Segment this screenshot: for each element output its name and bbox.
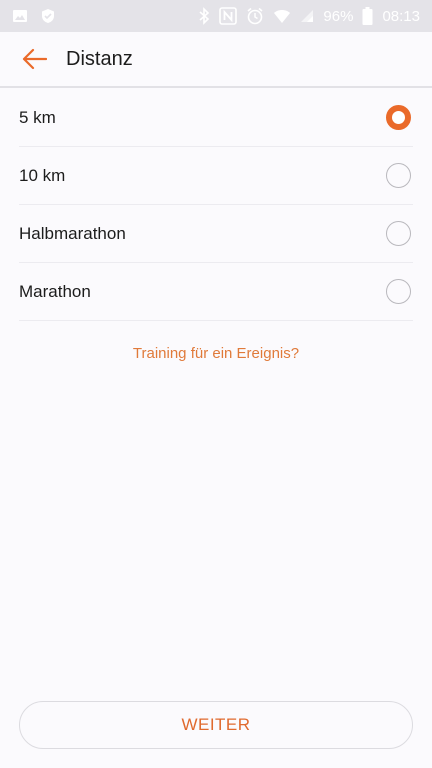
option-label: 5 km <box>19 107 56 127</box>
alarm-icon <box>246 7 264 25</box>
arrow-back-icon <box>21 48 47 70</box>
back-button[interactable] <box>0 31 66 87</box>
distance-options-list: 5 km 10 km Halbmarathon Marathon <box>0 89 432 321</box>
status-bar: 96% 08:13 <box>0 0 432 32</box>
option-10km[interactable]: 10 km <box>19 147 413 205</box>
option-marathon[interactable]: Marathon <box>19 263 413 321</box>
option-5km[interactable]: 5 km <box>19 89 413 147</box>
status-right: 96% 08:13 <box>198 7 420 25</box>
training-event-link[interactable]: Training für ein Ereignis? <box>0 345 432 362</box>
signal-icon <box>300 9 314 23</box>
page-title: Distanz <box>66 47 133 70</box>
radio-unselected[interactable] <box>386 163 411 188</box>
option-label: 10 km <box>19 165 66 185</box>
nfc-icon <box>219 7 238 25</box>
next-button[interactable]: WEITER <box>19 701 413 749</box>
option-label: Marathon <box>19 281 91 301</box>
app-bar: Distanz <box>0 32 432 88</box>
wifi-icon <box>273 8 291 24</box>
battery-percent: 96% <box>323 7 354 25</box>
image-notification-icon <box>12 8 28 24</box>
clock: 08:13 <box>382 7 420 25</box>
bluetooth-icon <box>198 7 210 25</box>
radio-unselected[interactable] <box>386 279 411 304</box>
shield-notification-icon <box>40 8 56 24</box>
option-label: Halbmarathon <box>19 223 126 243</box>
radio-unselected[interactable] <box>386 221 411 246</box>
status-left <box>12 8 56 24</box>
option-halbmarathon[interactable]: Halbmarathon <box>19 205 413 263</box>
battery-icon <box>362 7 373 25</box>
radio-selected[interactable] <box>386 105 411 130</box>
